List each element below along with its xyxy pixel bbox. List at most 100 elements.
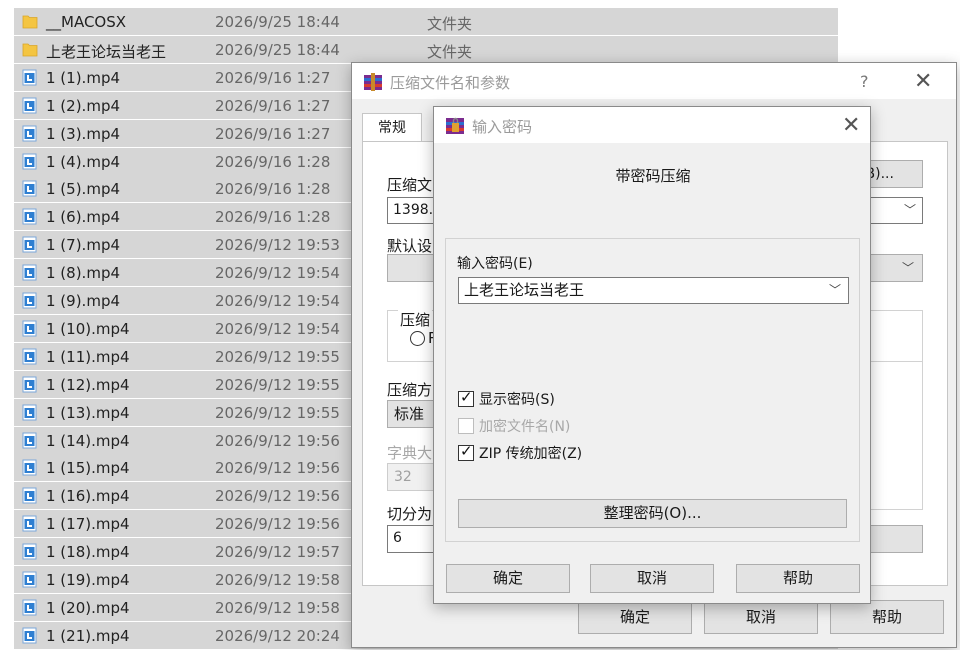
file-name: 1 (12).mp4 xyxy=(46,375,130,394)
file-name: 1 (9).mp4 xyxy=(46,292,121,310)
file-name: 1 (2).mp4 xyxy=(46,96,121,115)
video-file-icon xyxy=(22,180,38,197)
video-file-icon xyxy=(22,627,38,644)
file-modified-date: 2026/9/12 19:54 xyxy=(215,292,340,310)
format-group-label: 压缩 xyxy=(398,309,433,330)
video-file-icon xyxy=(22,208,38,225)
ok-button[interactable]: 确定 xyxy=(446,564,570,593)
video-file-icon xyxy=(22,153,38,170)
file-modified-date: 2026/9/12 19:54 xyxy=(215,264,340,283)
help-button[interactable]: 帮助 xyxy=(736,564,860,593)
video-file-icon xyxy=(22,459,38,476)
file-modified-date: 2026/9/12 19:58 xyxy=(215,571,340,589)
file-modified-date: 2026/9/12 19:56 xyxy=(215,459,340,478)
video-file-icon xyxy=(22,125,38,142)
video-file-icon xyxy=(22,348,38,365)
encrypt-file-names-checkbox[interactable] xyxy=(458,418,474,434)
file-name: 1 (6).mp4 xyxy=(46,208,121,227)
file-name: 1 (20).mp4 xyxy=(46,598,130,617)
file-name: 1 (17).mp4 xyxy=(46,515,130,534)
file-name: 1 (16).mp4 xyxy=(46,487,130,506)
password-input[interactable]: 上老王论坛当老王 ﹀ xyxy=(458,277,849,304)
video-file-icon xyxy=(22,432,38,449)
video-file-icon xyxy=(22,404,38,421)
file-modified-date: 2026/9/25 18:44 xyxy=(215,13,340,31)
file-name: 1 (3).mp4 xyxy=(46,124,121,143)
cancel-button[interactable]: 取消 xyxy=(704,600,818,634)
folder-icon xyxy=(22,13,38,30)
file-modified-date: 2026/9/12 19:58 xyxy=(215,598,340,617)
file-modified-date: 2026/9/12 19:56 xyxy=(215,487,340,506)
ok-button[interactable]: 确定 xyxy=(578,600,692,634)
file-name: __MACOSX xyxy=(46,13,127,31)
file-name: 1 (15).mp4 xyxy=(46,459,130,478)
split-volumes-label: 切分为 xyxy=(387,505,433,523)
file-name: 1 (19).mp4 xyxy=(46,571,130,589)
default-profile-label: 默认设 xyxy=(387,237,433,255)
file-modified-date: 2026/9/16 1:28 xyxy=(215,208,331,227)
chevron-down-icon[interactable]: ﹀ xyxy=(902,259,914,276)
dialog-title-bar[interactable]: 输入密码 ✕ xyxy=(434,107,870,143)
file-modified-date: 2026/9/12 19:53 xyxy=(215,236,340,255)
close-icon[interactable]: ✕ xyxy=(914,71,932,93)
file-modified-date: 2026/9/12 19:57 xyxy=(215,543,340,562)
video-file-icon xyxy=(22,543,38,560)
file-modified-date: 2026/9/12 19:54 xyxy=(215,319,340,338)
format-radio[interactable] xyxy=(410,331,425,346)
video-file-icon xyxy=(22,97,38,114)
file-modified-date: 2026/9/16 1:27 xyxy=(215,124,331,143)
show-password-checkbox[interactable]: ✓ xyxy=(458,388,474,407)
file-name: 1 (18).mp4 xyxy=(46,543,130,562)
chevron-down-icon[interactable]: ﹀ xyxy=(904,198,916,222)
help-button[interactable]: 帮助 xyxy=(830,600,944,634)
zip-legacy-encryption-checkbox[interactable]: ✓ xyxy=(458,442,474,461)
file-row[interactable]: 上老王论坛当老王 2026/9/25 18:44 文件夹 xyxy=(14,35,838,63)
winrar-lock-icon xyxy=(445,115,465,135)
dialog-title: 压缩文件名和参数 xyxy=(390,74,511,92)
tab-general[interactable]: 常规 xyxy=(362,113,422,143)
file-modified-date: 2026/9/12 19:55 xyxy=(215,347,340,366)
password-value: 上老王论坛当老王 xyxy=(464,281,585,299)
file-type: 文件夹 xyxy=(427,15,473,33)
file-name: 1 (5).mp4 xyxy=(46,180,121,199)
file-type: 文件夹 xyxy=(427,42,473,61)
organize-passwords-button[interactable]: 整理密码(O)... xyxy=(458,499,847,528)
dialog-heading: 带密码压缩 xyxy=(615,167,691,185)
file-modified-date: 2026/9/16 1:27 xyxy=(215,96,331,115)
dialog-title-bar[interactable]: 压缩文件名和参数 ? ✕ xyxy=(352,63,956,99)
file-modified-date: 2026/9/12 19:56 xyxy=(215,515,340,534)
video-file-icon xyxy=(22,264,38,281)
help-question-icon[interactable]: ? xyxy=(860,72,869,91)
file-row[interactable]: __MACOSX 2026/9/25 18:44 文件夹 xyxy=(14,8,838,35)
video-file-icon xyxy=(22,320,38,337)
close-icon[interactable]: ✕ xyxy=(842,115,860,137)
file-modified-date: 2026/9/16 1:28 xyxy=(215,152,331,171)
file-name: 1 (13).mp4 xyxy=(46,403,130,422)
encrypt-file-names-label: 加密文件名(N) xyxy=(479,419,571,435)
file-name: 1 (4).mp4 xyxy=(46,152,121,171)
video-file-icon xyxy=(22,487,38,504)
file-modified-date: 2026/9/25 18:44 xyxy=(215,40,340,59)
file-modified-date: 2026/9/12 19:55 xyxy=(215,403,340,422)
archive-name-label: 压缩文 xyxy=(387,176,433,194)
compression-method-label: 压缩方 xyxy=(387,381,433,399)
file-modified-date: 2026/9/12 19:55 xyxy=(215,375,340,394)
zip-legacy-encryption-label: ZIP 传统加密(Z) xyxy=(479,446,583,462)
file-modified-date: 2026/9/16 1:28 xyxy=(215,180,331,199)
show-password-label: 显示密码(S) xyxy=(479,392,555,408)
file-name: 1 (21).mp4 xyxy=(46,626,130,645)
password-label: 输入密码(E) xyxy=(457,256,533,272)
file-modified-date: 2026/9/12 20:24 xyxy=(215,626,340,645)
chevron-down-icon[interactable]: ﹀ xyxy=(829,278,841,302)
file-modified-date: 2026/9/16 1:27 xyxy=(215,68,331,87)
file-modified-date: 2026/9/12 19:56 xyxy=(215,431,340,450)
video-file-icon xyxy=(22,236,38,253)
file-name: 1 (11).mp4 xyxy=(46,347,130,366)
dialog-title: 输入密码 xyxy=(472,118,533,136)
file-name: 1 (1).mp4 xyxy=(46,68,121,87)
cancel-button[interactable]: 取消 xyxy=(590,564,714,593)
file-name: 1 (8).mp4 xyxy=(46,264,121,283)
winrar-app-icon xyxy=(363,73,383,91)
file-name: 上老王论坛当老王 xyxy=(46,42,167,61)
video-file-icon xyxy=(22,515,38,532)
